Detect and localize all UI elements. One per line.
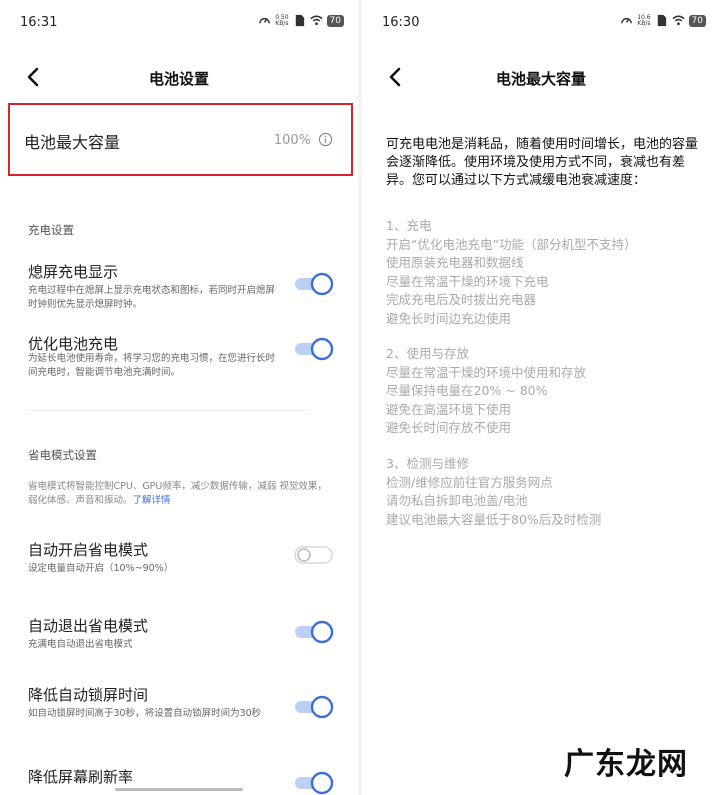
status-bar: 16:31 0.50 KB/s 70 xyxy=(0,12,358,34)
section-divider xyxy=(28,410,308,411)
learn-more-link[interactable]: 了解详情 xyxy=(133,495,171,506)
screen-off-charging-toggle[interactable] xyxy=(293,272,334,296)
reduce-refresh-rate-title: 降低屏幕刷新率 xyxy=(28,768,134,786)
tip-line: 2、使用与存放 xyxy=(386,346,469,361)
tip-line: 尽量在常温干燥的环境中使用和存放 xyxy=(386,364,587,380)
watermark-logo: 广东龙网 xyxy=(564,747,688,782)
info-icon[interactable] xyxy=(318,132,333,147)
home-indicator[interactable] xyxy=(115,788,243,791)
power-saving-header: 省电模式设置 xyxy=(28,448,97,462)
speed-unit: KB/s xyxy=(637,19,651,27)
network-speed: 10.6 KB/s xyxy=(637,14,651,27)
speedometer-icon xyxy=(259,17,271,24)
battery-icon: 70 xyxy=(688,14,706,27)
tip-line: 建议电池最大容量低于80%后及时检测 xyxy=(386,511,602,527)
page-title: 电池设置 xyxy=(148,70,209,88)
tip-line: 避免长时间边充边使用 xyxy=(386,310,512,326)
nav-bar: 电池最大容量 xyxy=(362,60,720,94)
sim-icon xyxy=(657,14,666,27)
charging-settings-header: 充电设置 xyxy=(28,223,74,237)
optimize-charging-toggle[interactable] xyxy=(293,337,334,361)
tip-line: 尽量在常温干燥的环境下充电 xyxy=(386,273,549,289)
optimize-charging-title: 优化电池充电 xyxy=(28,335,119,353)
speed-unit: KB/s xyxy=(275,19,289,27)
intro-text: 可充电电池是消耗品，随着使用时间增长，电池的容量会逐渐降低。使用环境及使用方式不… xyxy=(386,137,699,188)
wifi-icon xyxy=(672,15,685,26)
power-saving-desc-text: 省电模式将智能控制CPU、GPU频率，减少数据传输，减弱 视觉效果，弱化体感、声… xyxy=(28,481,327,506)
auto-enable-saving-desc: 设定电量自动开启（10%~90%） xyxy=(28,563,174,574)
auto-exit-saving-desc: 充满电自动退出省电模式 xyxy=(28,639,133,650)
tip-line: 检测/维修应前往官方服务网点 xyxy=(386,474,553,490)
tip-line: 使用原装充电器和数据线 xyxy=(386,255,524,271)
reduce-refresh-rate-toggle[interactable] xyxy=(293,771,334,795)
reduce-lock-time-toggle[interactable] xyxy=(293,695,334,719)
auto-enable-saving-title: 自动开启省电模式 xyxy=(28,541,149,559)
tip-line: 避免在高温环境下使用 xyxy=(386,401,512,417)
sim-icon xyxy=(295,14,304,27)
battery-icon: 70 xyxy=(326,14,344,27)
power-saving-desc: 省电模式将智能控制CPU、GPU频率，减少数据传输，减弱 视觉效果，弱化体感、声… xyxy=(28,480,328,508)
tip-line: 避免长时间存放不使用 xyxy=(386,420,512,436)
reduce-lock-time-desc: 如自动锁屏时间高于30秒，将设置自动锁屏时间为30秒 xyxy=(28,708,262,719)
network-speed: 0.50 KB/s xyxy=(275,14,289,27)
tip-line: 1、充电 xyxy=(386,218,432,233)
battery-settings-screen: 16:31 0.50 KB/s 70 电池设置 电池最大容量 100% 充电设置 … xyxy=(0,0,358,795)
tip-line: 请勿私自拆卸电池盖/电池 xyxy=(386,493,528,509)
status-time: 16:31 xyxy=(20,15,58,30)
optimize-charging-desc: 为延长电池使用寿命，将学习您的充电习惯，在您进行长时间充电时，智能调节电池充满时… xyxy=(28,353,276,378)
battery-capacity-label[interactable]: 电池最大容量 xyxy=(24,129,120,153)
reduce-lock-time-title: 降低自动锁屏时间 xyxy=(28,686,149,704)
tip-line: 尽量保持电量在20% ~ 80% xyxy=(386,383,548,399)
auto-exit-saving-toggle[interactable] xyxy=(293,620,334,644)
tip-line: 3、检测与维修 xyxy=(386,456,469,471)
screen-off-charging-title: 熄屏充电显示 xyxy=(28,263,119,281)
battery-capacity-value: 100% xyxy=(273,133,311,148)
tip-line: 完成充电后及时拔出充电器 xyxy=(386,292,537,308)
tips-section-usage: 2、使用与存放 尽量在常温干燥的环境中使用和存放 尽量保持电量在20% ~ 80… xyxy=(386,345,586,438)
wifi-icon xyxy=(310,15,323,26)
speedometer-icon xyxy=(621,17,633,24)
status-icons: 10.6 KB/s 70 xyxy=(620,14,706,27)
page-title: 电池最大容量 xyxy=(495,70,586,88)
status-icons: 0.50 KB/s 70 xyxy=(258,14,344,27)
battery-capacity-screen: 16:30 10.6 KB/s 70 电池最大容量 可充电电池是消耗品，随着使用时… xyxy=(362,0,720,795)
auto-exit-saving-title: 自动退出省电模式 xyxy=(28,617,149,635)
status-bar: 16:30 10.6 KB/s 70 xyxy=(362,12,720,34)
tip-line: 开启“优化电池充电”功能（部分机型不支持） xyxy=(386,236,637,252)
tips-section-charging: 1、充电 开启“优化电池充电”功能（部分机型不支持） 使用原装充电器和数据线 尽… xyxy=(386,217,636,329)
screen-off-charging-desc: 充电过程中在熄屏上显示充电状态和图标，若同时开启熄屏时钟则优先显示熄屏时钟。 xyxy=(28,285,276,310)
tips-section-maintenance: 3、检测与维修 检测/维修应前往官方服务网点 请勿私自拆卸电池盖/电池 建议电池… xyxy=(386,455,601,529)
auto-enable-saving-toggle[interactable] xyxy=(293,543,334,567)
status-time: 16:30 xyxy=(382,15,420,30)
nav-bar: 电池设置 xyxy=(0,60,358,94)
